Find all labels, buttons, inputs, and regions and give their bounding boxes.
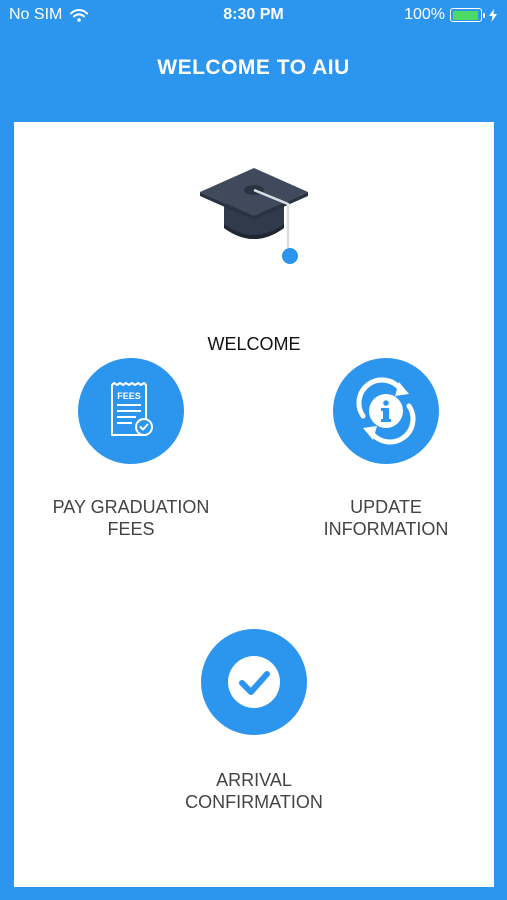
welcome-label: WELCOME <box>207 334 301 354</box>
pay-fees-circle[interactable]: FEES <box>78 358 184 464</box>
update-info-icon <box>356 377 416 445</box>
arrival-label: ARRIVAL CONFIRMATION <box>144 769 364 813</box>
fees-receipt-icon: FEES <box>111 382 153 436</box>
pay-fees-label-line1: PAY GRADUATION <box>52 497 210 517</box>
page-title: WELCOME TO AIU <box>157 56 350 79</box>
pay-graduation-fees-button[interactable]: FEES PAY GRADUATION FEES <box>21 358 241 540</box>
update-information-button[interactable]: UPDATE INFORMATION <box>276 358 496 540</box>
arrival-circle[interactable] <box>201 629 307 735</box>
battery-cap <box>483 12 485 18</box>
update-info-circle[interactable] <box>333 358 439 464</box>
pay-fees-label-line2: FEES <box>107 519 155 539</box>
arrival-label-line2: CONFIRMATION <box>185 792 323 812</box>
main-card: WELCOME FEES PAY GRADUATION FEES UPDATE … <box>14 122 494 887</box>
update-info-label-line2: INFORMATION <box>323 519 449 539</box>
update-info-label: UPDATE INFORMATION <box>276 496 496 540</box>
checkmark-icon <box>228 656 280 708</box>
update-info-label-line1: UPDATE <box>350 497 422 517</box>
battery-percent: 100% <box>404 6 445 23</box>
pay-fees-label: PAY GRADUATION FEES <box>21 496 241 540</box>
arrival-confirmation-button[interactable]: ARRIVAL CONFIRMATION <box>144 629 364 813</box>
battery-icon <box>450 8 482 22</box>
fees-icon-text: FEES <box>117 391 141 401</box>
arrival-label-line1: ARRIVAL <box>216 770 292 790</box>
status-right: 100% <box>404 6 497 24</box>
battery-fill <box>452 10 478 20</box>
status-bar: No SIM 8:30 PM 100% <box>0 0 507 32</box>
graduation-cap-icon <box>200 168 308 264</box>
welcome-hero: WELCOME <box>14 162 494 354</box>
charging-bolt-icon <box>489 8 497 22</box>
